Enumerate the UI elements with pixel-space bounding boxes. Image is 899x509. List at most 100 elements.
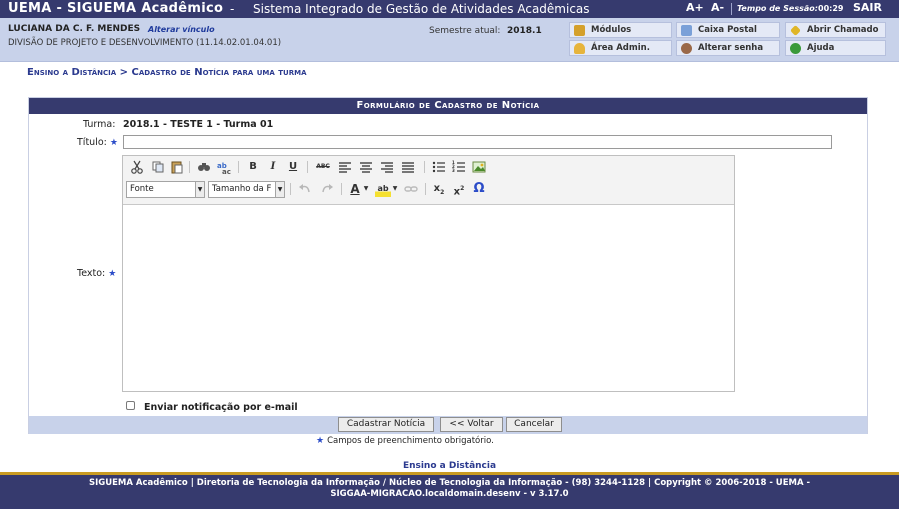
font-increase-button[interactable]: A+ <box>686 1 704 14</box>
required-star-icon: ★ <box>108 269 117 279</box>
align-justify-icon[interactable] <box>400 159 416 175</box>
page-footer: SIGUEMA Acadêmico | Diretoria de Tecnolo… <box>0 472 899 509</box>
open-ticket-button[interactable]: Abrir Chamado <box>785 22 886 38</box>
modules-label: Módulos <box>591 25 632 35</box>
chevron-down-icon: ▼ <box>195 182 204 197</box>
superscript-icon[interactable]: x2 <box>451 181 467 197</box>
notify-email-checkbox[interactable] <box>126 401 135 410</box>
app-brand[interactable]: UEMA - SIGUEMA Acadêmico <box>8 1 223 16</box>
editor-text-area[interactable] <box>123 204 734 391</box>
turma-value: 2018.1 - TESTE 1 - Turma 01 <box>123 119 274 130</box>
help-icon <box>790 43 801 54</box>
special-char-icon[interactable]: Ω <box>471 181 487 197</box>
admin-area-label: Área Admin. <box>591 43 650 53</box>
editor-toolbar-row-1: ab ac B I U ABC 123 <box>123 156 734 178</box>
image-icon[interactable] <box>471 159 487 175</box>
title-label: Título: ★ <box>77 137 118 148</box>
subscript-icon[interactable]: x2 <box>431 181 447 197</box>
change-password-label: Alterar senha <box>698 43 764 53</box>
highlight-chevron-icon[interactable]: ▼ <box>391 181 399 197</box>
cancel-button[interactable]: Cancelar <box>506 417 562 432</box>
notify-email-label[interactable]: Enviar notificação por e-mail <box>144 402 298 413</box>
help-label: Ajuda <box>807 43 835 53</box>
rich-text-editor: ab ac B I U ABC 123 Fonte ▼ Tamanho da F… <box>122 155 735 392</box>
paste-icon[interactable] <box>169 159 185 175</box>
form-buttons-bar: Cadastrar Notícia << Voltar Cancelar <box>29 416 867 434</box>
copy-icon[interactable] <box>150 159 166 175</box>
required-fields-note: ★ Campos de preenchimento obrigatório. <box>316 436 494 446</box>
turma-label: Turma: <box>83 119 116 130</box>
align-center-icon[interactable] <box>358 159 374 175</box>
semester-label: Semestre atual: <box>429 26 501 36</box>
back-button[interactable]: << Voltar <box>440 417 503 432</box>
mailbox-icon <box>681 25 692 36</box>
user-name: LUCIANA DA C. F. MENDES <box>8 24 141 34</box>
chevron-down-icon: ▼ <box>275 182 284 197</box>
broom-icon <box>790 25 801 36</box>
toolbar-divider <box>238 161 239 173</box>
text-label-text: Texto: <box>77 268 106 279</box>
numbered-list-icon[interactable]: 123 <box>451 159 467 175</box>
bold-icon[interactable]: B <box>245 159 261 175</box>
font-size-value: Tamanho da F <box>212 184 272 194</box>
toolbar-divider <box>425 183 426 195</box>
font-decrease-button[interactable]: A- <box>711 1 724 14</box>
title-label-text: Título: <box>77 137 107 148</box>
underline-icon[interactable]: U <box>285 159 301 175</box>
open-ticket-label: Abrir Chamado <box>807 25 879 35</box>
semester-value: 2018.1 <box>507 26 542 36</box>
help-button[interactable]: Ajuda <box>785 40 886 56</box>
form-title: Formulário de Cadastro de Notícia <box>29 98 867 114</box>
top-bar-divider <box>731 3 732 15</box>
title-input[interactable] <box>123 135 832 149</box>
align-left-icon[interactable] <box>337 159 353 175</box>
admin-area-button[interactable]: Área Admin. <box>569 40 672 56</box>
mailbox-label: Caixa Postal <box>698 25 757 35</box>
toolbar-divider <box>341 183 342 195</box>
modules-icon <box>574 25 585 36</box>
required-star-icon: ★ <box>316 436 325 446</box>
system-name-text: Sistema Integrado de Gestão de Atividade… <box>253 2 590 16</box>
breadcrumb-separator: > <box>119 67 129 78</box>
session-time-value: 00:29 <box>818 4 844 13</box>
font-family-value: Fonte <box>130 184 154 194</box>
text-color-icon[interactable]: A <box>347 181 363 197</box>
footer-ead-link[interactable]: Ensino a Distância <box>0 461 899 471</box>
breadcrumb-current: Cadastro de Notícia para uma turma <box>131 67 307 78</box>
align-right-icon[interactable] <box>379 159 395 175</box>
key-icon <box>574 43 585 54</box>
modules-button[interactable]: Módulos <box>569 22 672 38</box>
toolbar-divider <box>290 183 291 195</box>
svg-text:3: 3 <box>452 168 455 173</box>
redo-icon[interactable] <box>319 181 335 197</box>
change-link-button[interactable]: Alterar vínculo <box>148 25 215 34</box>
required-note-text: Campos de preenchimento obrigatório. <box>327 436 494 446</box>
news-form-panel: Formulário de Cadastro de Notícia Turma:… <box>28 97 868 434</box>
font-family-select[interactable]: Fonte ▼ <box>126 181 205 198</box>
cut-icon[interactable] <box>129 159 145 175</box>
font-size-select[interactable]: Tamanho da F ▼ <box>208 181 285 198</box>
top-bar: UEMA - SIGUEMA Acadêmico - Sistema Integ… <box>0 0 899 18</box>
change-password-button[interactable]: Alterar senha <box>676 40 780 56</box>
bullet-list-icon[interactable] <box>431 159 447 175</box>
breadcrumb: Ensino a Distância > Cadastro de Notícia… <box>27 67 307 78</box>
find-icon[interactable] <box>196 159 212 175</box>
required-star-icon: ★ <box>109 138 118 148</box>
mailbox-button[interactable]: Caixa Postal <box>676 22 780 38</box>
link-icon[interactable] <box>403 181 419 197</box>
system-name: - Sistema Integrado de Gestão de Ativida… <box>230 2 590 16</box>
replace-icon[interactable]: ab ac <box>216 159 232 176</box>
user-info-bar: LUCIANA DA C. F. MENDES Alterar vínculo … <box>0 18 899 62</box>
logout-button[interactable]: SAIR <box>853 1 882 14</box>
breadcrumb-parent[interactable]: Ensino a Distância <box>27 67 116 78</box>
brand-separator: - <box>230 2 235 16</box>
submit-news-button[interactable]: Cadastrar Notícia <box>338 417 434 432</box>
user-icon <box>681 43 692 54</box>
italic-icon[interactable]: I <box>265 159 281 175</box>
text-label: Texto: ★ <box>77 268 116 279</box>
strikethrough-icon[interactable]: ABC <box>313 159 333 175</box>
text-color-chevron-icon[interactable]: ▼ <box>362 181 370 197</box>
highlight-icon[interactable]: ab <box>375 181 391 197</box>
undo-icon[interactable] <box>297 181 313 197</box>
session-time-label: Tempo de Sessão: <box>737 4 818 13</box>
